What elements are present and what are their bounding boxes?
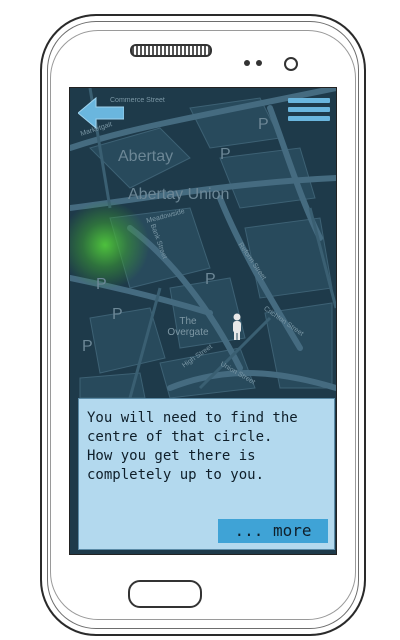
parking-marker: P bbox=[112, 306, 123, 323]
arrow-left-icon bbox=[77, 96, 125, 130]
speaker-grille bbox=[130, 44, 212, 57]
instruction-dialog: You will need to find the centre of that… bbox=[78, 398, 335, 550]
parking-marker: P bbox=[205, 271, 216, 288]
home-button[interactable] bbox=[128, 580, 202, 608]
sensor-dot bbox=[244, 60, 250, 66]
map-label: Abertay bbox=[118, 148, 174, 165]
parking-marker: P bbox=[82, 338, 93, 355]
parking-marker: P bbox=[220, 146, 231, 163]
dialog-text: You will need to find the centre of that… bbox=[87, 410, 298, 483]
map-label: Abertay Union bbox=[128, 186, 230, 203]
hamburger-menu-icon bbox=[288, 98, 330, 121]
screen: Commerce Street Marketgait Abertay Abert… bbox=[69, 87, 337, 555]
front-camera bbox=[284, 57, 298, 71]
sensor-dot bbox=[256, 60, 262, 66]
player-marker-icon bbox=[233, 313, 241, 340]
menu-button[interactable] bbox=[288, 94, 330, 130]
map-label: The Overgate bbox=[167, 316, 209, 338]
parking-marker: P bbox=[258, 116, 269, 133]
back-button[interactable] bbox=[77, 96, 125, 130]
parking-marker: P bbox=[96, 276, 107, 293]
more-button[interactable]: ... more bbox=[218, 519, 328, 543]
